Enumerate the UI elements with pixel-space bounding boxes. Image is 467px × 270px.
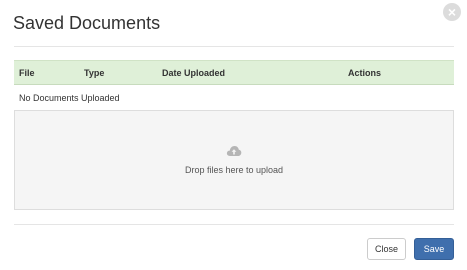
column-header-file: File: [19, 68, 35, 78]
column-header-type: Type: [84, 68, 105, 78]
cloud-upload-icon: [226, 146, 242, 156]
save-button[interactable]: Save: [414, 238, 454, 260]
column-header-date-uploaded: Date Uploaded: [162, 68, 226, 78]
documents-table-header: File Type Date Uploaded Actions: [14, 60, 454, 85]
dropzone-label: Drop files here to upload: [184, 165, 284, 175]
close-button[interactable]: Close: [367, 238, 406, 260]
file-dropzone[interactable]: Drop files here to upload: [14, 110, 454, 210]
dialog-title: Saved Documents: [13, 13, 161, 33]
saved-documents-dialog: × Saved Documents File Type Date Uploade…: [0, 0, 467, 270]
empty-table-message: No Documents Uploaded: [19, 93, 120, 103]
footer-divider: [14, 224, 454, 225]
header-divider: [14, 46, 454, 47]
close-icon[interactable]: ×: [443, 3, 461, 21]
column-header-actions: Actions: [348, 68, 382, 78]
